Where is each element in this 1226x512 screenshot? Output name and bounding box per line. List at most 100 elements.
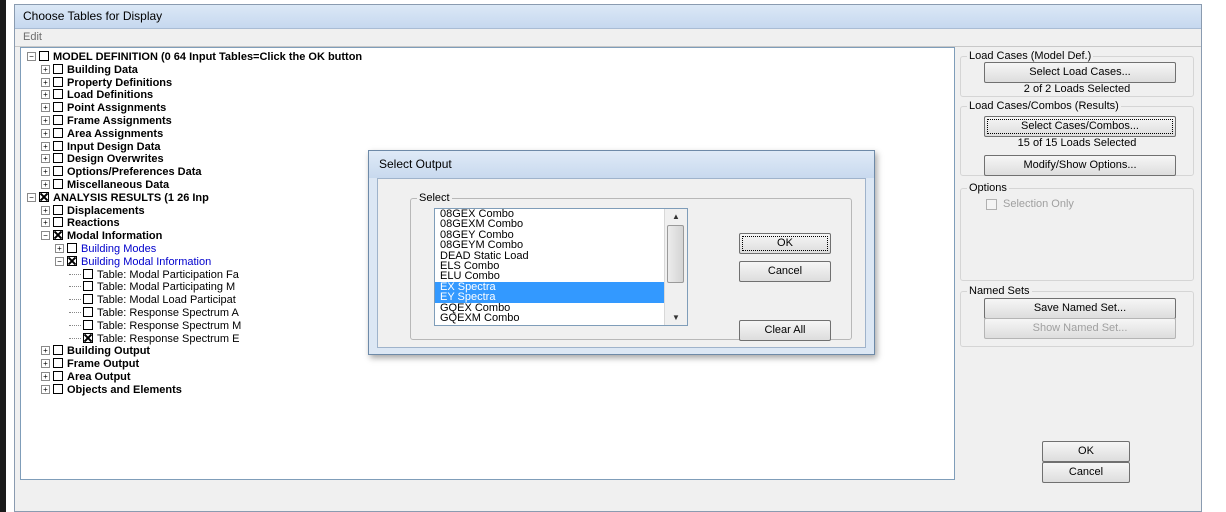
expand-icon[interactable]: + <box>41 359 50 369</box>
tree-checkbox[interactable] <box>53 102 63 113</box>
tree-checkbox[interactable] <box>53 89 63 100</box>
tree-node[interactable]: + Input Design Data <box>41 140 161 154</box>
tree-checkbox[interactable] <box>39 51 49 61</box>
tree-checkbox[interactable] <box>83 268 93 279</box>
tree-node[interactable]: − Modal Information <box>41 230 162 243</box>
expand-icon[interactable]: + <box>41 116 50 125</box>
tree-node[interactable]: + Load Definitions <box>41 89 153 102</box>
scroll-thumb[interactable] <box>667 225 684 283</box>
select-load-cases-button[interactable]: Select Load Cases... <box>984 62 1176 83</box>
ok-button[interactable]: OK <box>1042 441 1130 462</box>
tree-checkbox[interactable] <box>53 63 63 74</box>
tree-checkbox[interactable] <box>53 204 63 215</box>
tree-node[interactable]: + Building Modes <box>55 243 156 256</box>
tree-checkbox[interactable] <box>53 345 63 356</box>
output-listbox[interactable]: 08GEX Combo 08GEXM Combo 08GEY Combo 08GEYM… <box>434 208 688 326</box>
expand-icon[interactable]: + <box>41 64 50 74</box>
tree-checkbox[interactable] <box>53 179 63 189</box>
collapse-icon[interactable]: − <box>41 231 50 241</box>
expand-icon[interactable]: + <box>41 167 50 177</box>
tree-node[interactable]: Table: Modal Participation Fa <box>69 268 239 282</box>
tree-node[interactable]: − ANALYSIS RESULTS (1 26 Inp <box>27 191 209 205</box>
tree-checkbox[interactable] <box>53 76 63 87</box>
tree-node[interactable]: + Property Definitions <box>41 76 172 90</box>
tree-node[interactable]: + Frame Assignments <box>41 115 172 128</box>
tree-node[interactable]: + Area Assignments <box>41 127 163 141</box>
tree-node[interactable]: − Building Modal Information <box>55 255 211 269</box>
tree-checkbox[interactable] <box>53 383 63 394</box>
expand-icon[interactable]: + <box>41 128 50 138</box>
tree-node[interactable]: Table: Modal Load Participat <box>69 294 236 307</box>
tree-node[interactable]: + Building Output <box>41 345 150 358</box>
cancel-button[interactable]: Cancel <box>1042 462 1130 483</box>
expand-icon[interactable]: + <box>41 346 50 356</box>
tree-node[interactable]: + Building Data <box>41 63 138 77</box>
tree-checkbox[interactable] <box>53 358 63 369</box>
tree-node[interactable]: Table: Modal Participating M <box>69 281 235 294</box>
expand-icon[interactable]: + <box>41 141 50 151</box>
tree-node[interactable]: + Objects and Elements <box>41 383 182 397</box>
tree-checkbox[interactable] <box>83 307 93 317</box>
tree-connector <box>69 312 81 313</box>
tree-checkbox[interactable] <box>83 332 93 343</box>
tree-node[interactable]: + Miscellaneous Data <box>41 179 169 192</box>
scroll-up-icon[interactable]: ▲ <box>672 212 680 221</box>
tree-checkbox[interactable] <box>83 294 93 305</box>
tree-node[interactable]: + Displacements <box>41 204 145 218</box>
collapse-icon[interactable]: − <box>55 256 64 266</box>
expand-icon[interactable]: + <box>41 77 50 87</box>
combos-group-label: Load Cases/Combos (Results) <box>967 100 1121 112</box>
tree-checkbox[interactable] <box>53 166 63 177</box>
expand-icon[interactable]: + <box>41 180 50 189</box>
tree-checkbox[interactable] <box>39 191 49 202</box>
expand-icon[interactable]: + <box>55 244 64 253</box>
tree-checkbox[interactable] <box>83 281 93 292</box>
tree-node[interactable]: Table: Response Spectrum E <box>69 332 239 346</box>
tree-checkbox[interactable] <box>67 243 77 253</box>
clear-all-button[interactable]: Clear All <box>739 320 831 341</box>
expand-icon[interactable]: + <box>41 90 50 100</box>
tree-checkbox[interactable] <box>53 230 63 241</box>
tree-node[interactable]: + Design Overwrites <box>41 153 164 166</box>
scroll-down-icon[interactable]: ▼ <box>672 313 680 322</box>
tree-node[interactable]: + Options/Preferences Data <box>41 166 202 179</box>
selection-only-checkbox[interactable] <box>986 199 997 210</box>
expand-icon[interactable]: + <box>41 218 50 228</box>
dialog-cancel-button[interactable]: Cancel <box>739 261 831 282</box>
list-item[interactable]: GQEXM Combo <box>435 312 687 323</box>
expand-icon[interactable]: + <box>41 384 50 394</box>
dialog-ok-button[interactable]: OK <box>739 233 831 254</box>
tree-node[interactable]: + Point Assignments <box>41 102 166 115</box>
tree-node[interactable]: Table: Response Spectrum M <box>69 319 242 333</box>
tree-checkbox[interactable] <box>67 255 77 266</box>
expand-icon[interactable]: + <box>41 205 50 215</box>
tree-checkbox[interactable] <box>53 127 63 138</box>
tree-node-label: Table: Response Spectrum M <box>97 319 242 332</box>
list-item[interactable]: 08GEYM Combo <box>435 239 687 250</box>
expand-icon[interactable]: + <box>41 103 50 113</box>
tree-node[interactable]: + Reactions <box>41 217 120 230</box>
listbox-scrollbar[interactable]: ▲ ▼ <box>664 209 687 325</box>
tree-node-label: Table: Modal Participation Fa <box>97 268 239 281</box>
named-sets-group-label: Named Sets <box>967 285 1032 297</box>
collapse-icon[interactable]: − <box>27 52 36 61</box>
tree-checkbox[interactable] <box>53 115 63 125</box>
tree-checkbox[interactable] <box>53 140 63 151</box>
tree-node[interactable]: + Frame Output <box>41 358 139 371</box>
collapse-icon[interactable]: − <box>27 192 36 202</box>
tree-node[interactable]: + Area Output <box>41 371 131 384</box>
list-item[interactable]: EY Spectra <box>435 291 687 303</box>
tree-checkbox[interactable] <box>53 371 63 381</box>
tree-node[interactable]: − MODEL DEFINITION (0 64 Input Tables=Cli… <box>27 51 362 64</box>
menu-edit[interactable]: Edit <box>23 31 42 43</box>
select-cases-combos-button[interactable]: Select Cases/Combos... <box>984 116 1176 137</box>
tree-checkbox[interactable] <box>83 319 93 330</box>
tree-node[interactable]: Table: Response Spectrum A <box>69 307 239 320</box>
tree-checkbox[interactable] <box>53 153 63 164</box>
show-named-set-button[interactable]: Show Named Set... <box>984 318 1176 339</box>
expand-icon[interactable]: + <box>41 154 50 164</box>
modify-show-options-button[interactable]: Modify/Show Options... <box>984 155 1176 176</box>
save-named-set-button[interactable]: Save Named Set... <box>984 298 1176 319</box>
expand-icon[interactable]: + <box>41 372 50 381</box>
tree-checkbox[interactable] <box>53 217 63 228</box>
